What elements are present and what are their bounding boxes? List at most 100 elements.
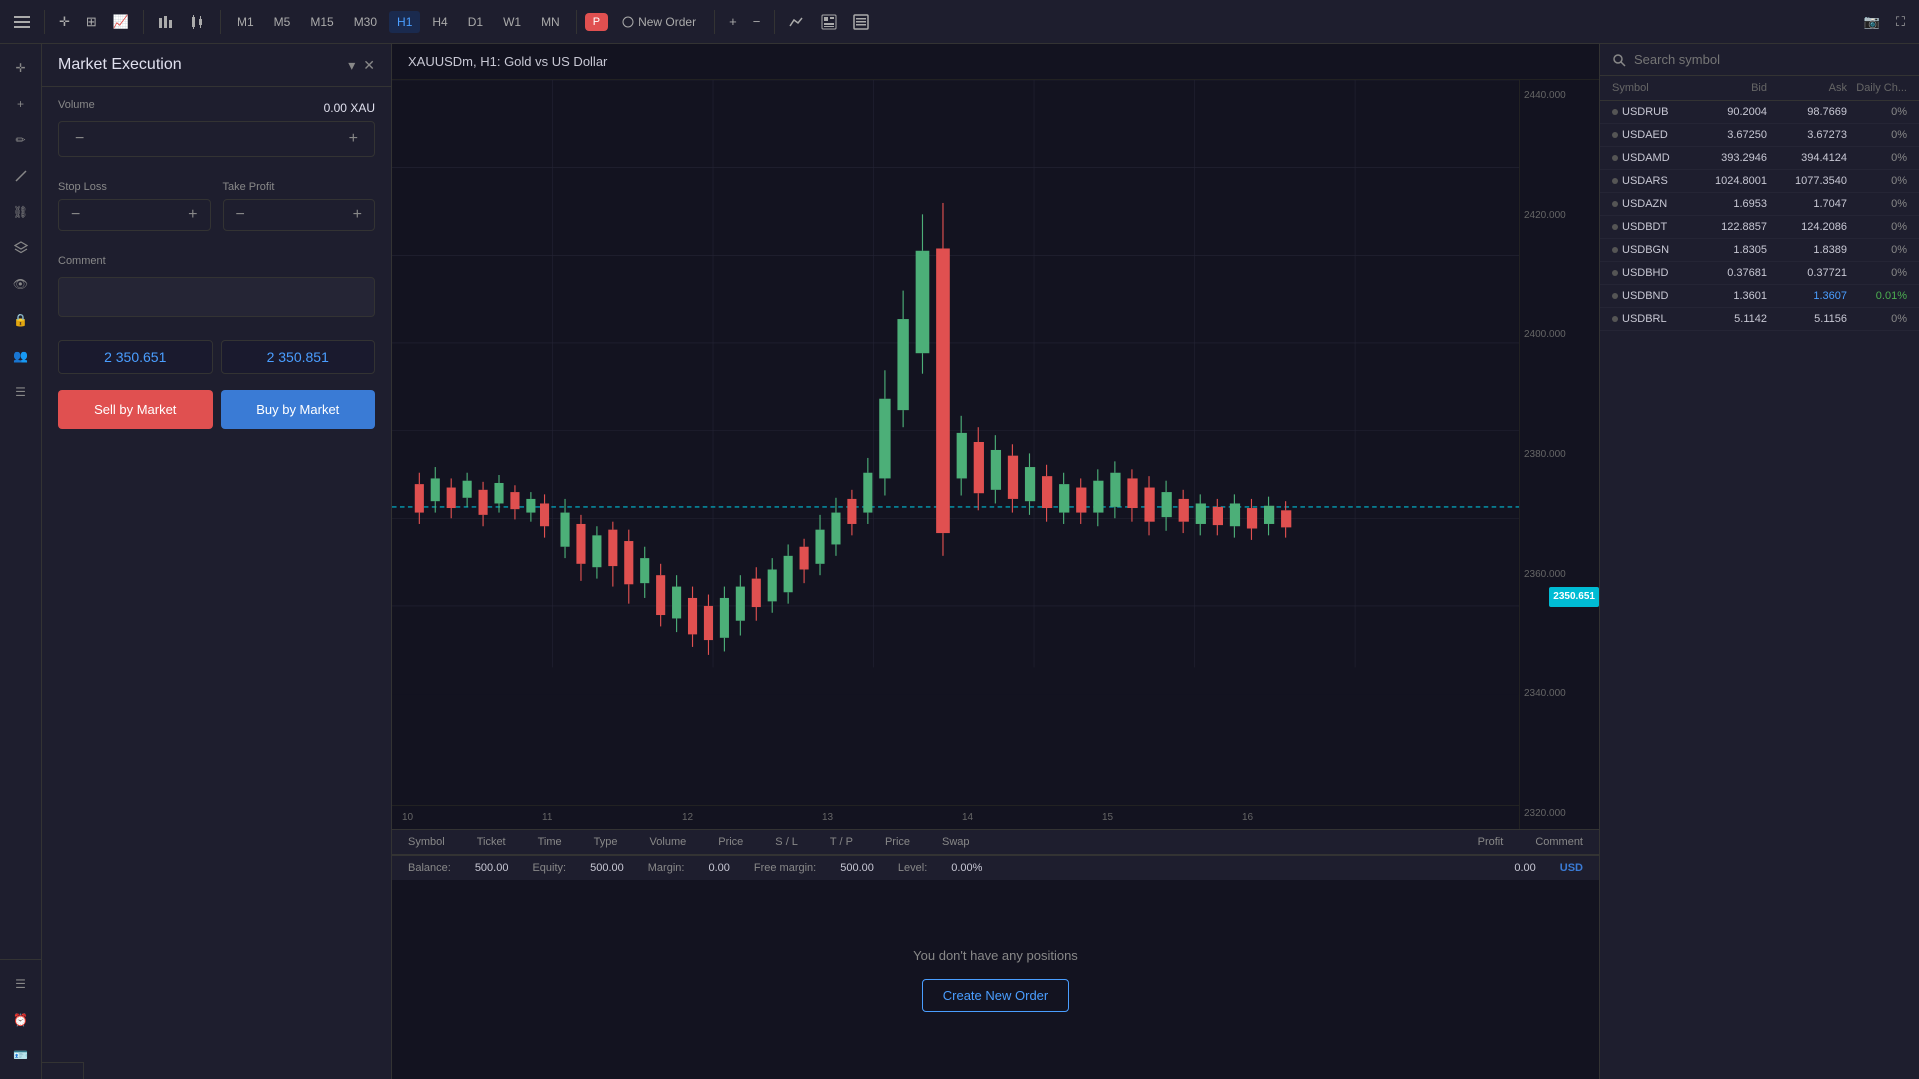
market-execution-panel: Market Execution ▾ ✕ Volume 0.00 XAU − +… <box>42 44 392 1079</box>
symbol-name: USDBND <box>1612 290 1687 302</box>
sidebar-crosshair[interactable]: ✛ <box>5 52 37 84</box>
panel-close-btn[interactable]: ✕ <box>363 57 375 74</box>
tf-m5[interactable]: M5 <box>266 11 299 33</box>
sidebar-list[interactable]: ☰ <box>5 376 37 408</box>
watchlist-row[interactable]: USDARS 1024.8001 1077.3540 0% <box>1600 170 1919 193</box>
comment-input[interactable] <box>58 277 375 317</box>
watchlist-row[interactable]: USDBRL 5.1142 5.1156 0% <box>1600 308 1919 331</box>
minus-toolbar-btn[interactable]: − <box>747 10 767 33</box>
chart-canvas[interactable]: 2440.000 2420.000 2400.000 2380.000 2360… <box>392 80 1599 829</box>
watchlist-row[interactable]: USDAZN 1.6953 1.7047 0% <box>1600 193 1919 216</box>
wl-col-change: Daily Ch... <box>1847 82 1907 94</box>
symbol-dot <box>1612 132 1618 138</box>
sidebar-users[interactable]: 👥 <box>5 340 37 372</box>
equity-label: Equity: <box>532 862 566 874</box>
bottom-id-icon[interactable]: 🪪 <box>5 1039 37 1071</box>
col-swap: Swap <box>942 836 970 848</box>
watchlist-row[interactable]: USDBHD 0.37681 0.37721 0% <box>1600 262 1919 285</box>
watchlist-row[interactable]: USDBND 1.3601 1.3607 0.01% <box>1600 285 1919 308</box>
positions-empty: You don't have any positions Create New … <box>392 880 1599 1079</box>
tf-m1[interactable]: M1 <box>229 11 262 33</box>
balance-value: 500.00 <box>475 862 509 874</box>
volume-decrease-btn[interactable]: − <box>59 122 100 156</box>
plus-toolbar-btn[interactable]: + <box>723 10 743 33</box>
watchlist-row[interactable]: USDAMD 393.2946 394.4124 0% <box>1600 147 1919 170</box>
candle-chart-btn[interactable] <box>184 10 212 34</box>
account-bar: Balance: 500.00 Equity: 500.00 Margin: 0… <box>392 855 1599 880</box>
col-tp: T / P <box>830 836 853 848</box>
create-order-btn[interactable]: Create New Order <box>922 979 1069 1012</box>
symbol-name: USDAMD <box>1612 152 1687 164</box>
volume-stepper: − + <box>58 121 375 157</box>
tf-m30[interactable]: M30 <box>346 11 385 33</box>
wl-col-ask: Ask <box>1767 82 1847 94</box>
bottom-list-icon[interactable]: ☰ <box>5 968 37 1000</box>
sidebar-line[interactable] <box>5 160 37 192</box>
screenshot-btn[interactable]: 📷 <box>1858 10 1886 34</box>
change-value: 0% <box>1847 198 1907 210</box>
sl-decrease-btn[interactable]: − <box>59 200 92 230</box>
change-value: 0% <box>1847 106 1907 118</box>
indicator-btn[interactable] <box>783 12 811 32</box>
watchlist-row[interactable]: USDRUB 90.2004 98.7669 0% <box>1600 101 1919 124</box>
price-2440: 2440.000 <box>1524 90 1595 101</box>
bid-value: 393.2946 <box>1687 152 1767 164</box>
tf-w1[interactable]: W1 <box>495 11 529 33</box>
fullscreen-btn[interactable]: ⛶ <box>1890 10 1911 34</box>
tf-h1[interactable]: H1 <box>389 11 420 33</box>
price-2420: 2420.000 <box>1524 210 1595 221</box>
menu-button[interactable] <box>8 10 36 34</box>
profile-btn[interactable]: P <box>585 13 608 31</box>
ask-value: 3.67273 <box>1767 129 1847 141</box>
ask-value: 1.3607 <box>1767 290 1847 302</box>
watchlist-rows: USDRUB 90.2004 98.7669 0% USDAED 3.67250… <box>1600 101 1919 331</box>
sidebar-lock[interactable]: 🔒 <box>5 304 37 336</box>
crosshair-btn[interactable]: ✛ <box>53 10 76 34</box>
sidebar-pencil[interactable]: ✏ <box>5 124 37 156</box>
sidebar-eye[interactable]: 👁 <box>5 268 37 300</box>
tp-decrease-btn[interactable]: − <box>224 200 257 230</box>
tf-m15[interactable]: M15 <box>302 11 341 33</box>
sell-price-btn[interactable]: 2 350.651 <box>58 340 213 374</box>
wl-col-symbol: Symbol <box>1612 82 1687 94</box>
watchlist-row[interactable]: USDBDT 122.8857 124.2086 0% <box>1600 216 1919 239</box>
symbol-dot <box>1612 293 1618 299</box>
stop-loss-col: Stop Loss − + <box>58 181 211 231</box>
buy-market-btn[interactable]: Buy by Market <box>221 390 376 429</box>
multi-chart-btn[interactable]: ⊞ <box>80 10 103 34</box>
sl-increase-btn[interactable]: + <box>176 200 209 230</box>
bottom-left-icons <box>42 1062 84 1079</box>
bid-value: 1.8305 <box>1687 244 1767 256</box>
watchlist-header: Symbol Bid Ask Daily Ch... <box>1600 76 1919 101</box>
template-btn[interactable] <box>815 10 843 34</box>
watchlist-row[interactable]: USDAED 3.67250 3.67273 0% <box>1600 124 1919 147</box>
sell-market-btn[interactable]: Sell by Market <box>58 390 213 429</box>
tf-d1[interactable]: D1 <box>460 11 491 33</box>
tp-increase-btn[interactable]: + <box>341 200 374 230</box>
bid-value: 3.67250 <box>1687 129 1767 141</box>
ask-value: 0.37721 <box>1767 267 1847 279</box>
sidebar-chain[interactable]: ⛓ <box>5 196 37 228</box>
change-value: 0% <box>1847 244 1907 256</box>
bottom-clock-icon[interactable]: ⏰ <box>5 1004 37 1036</box>
sidebar-layers[interactable] <box>5 232 37 264</box>
volume-increase-btn[interactable]: + <box>333 122 374 156</box>
volume-section: Volume 0.00 XAU − + <box>42 87 391 169</box>
symbol-search-input[interactable] <box>1634 52 1907 67</box>
line-chart-btn[interactable]: 📈 <box>107 10 135 34</box>
col-price: Price <box>718 836 743 848</box>
watchlist-row[interactable]: USDBGN 1.8305 1.8389 0% <box>1600 239 1919 262</box>
positions-header: Symbol Ticket Time Type Volume Price S /… <box>392 829 1599 855</box>
panel-collapse-btn[interactable]: ▾ <box>348 57 355 74</box>
tf-mn[interactable]: MN <box>533 11 568 33</box>
sidebar-plus[interactable]: + <box>5 88 37 120</box>
buy-price-btn[interactable]: 2 350.851 <box>221 340 376 374</box>
bar-chart-btn[interactable] <box>152 10 180 34</box>
left-sidebar: ✛ + ✏ ⛓ 👁 🔒 👥 ☰ <box>0 44 42 1079</box>
new-order-button[interactable]: New Order <box>612 11 706 33</box>
ask-value: 5.1156 <box>1767 313 1847 325</box>
list-view-btn[interactable] <box>847 10 875 34</box>
symbol-name: USDBHD <box>1612 267 1687 279</box>
tf-h4[interactable]: H4 <box>424 11 455 33</box>
stop-loss-stepper: − + <box>58 199 211 231</box>
